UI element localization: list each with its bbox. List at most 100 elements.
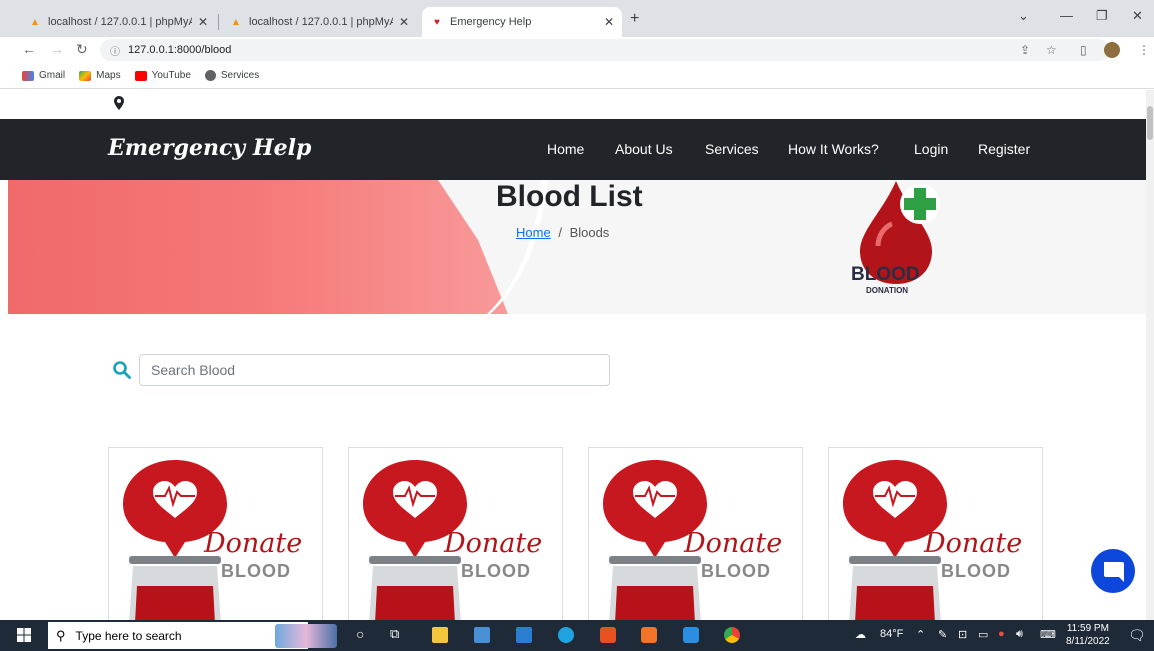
breadcrumb-home-link[interactable]: Home: [516, 225, 551, 240]
phpmyadmin-icon: ▲: [231, 16, 241, 28]
nav-register[interactable]: Register: [978, 141, 1030, 157]
bookmark-services[interactable]: Services: [204, 70, 260, 81]
blood-text: BLOOD: [461, 561, 531, 581]
close-icon[interactable]: ✕: [198, 15, 208, 29]
network-icon[interactable]: ⊡: [958, 628, 967, 641]
taskbar-search-input[interactable]: ⚲ Type here to search: [48, 622, 308, 649]
chat-bubble-icon: [1104, 562, 1124, 582]
battery-icon[interactable]: ▭: [978, 628, 988, 641]
tab-search-icon[interactable]: ⌄: [1018, 8, 1029, 24]
notifications-icon[interactable]: 🗨︎: [1128, 627, 1146, 644]
file-explorer-icon[interactable]: [432, 627, 448, 643]
nav-about-us[interactable]: About Us: [615, 141, 673, 157]
volume-icon[interactable]: 🔊︎: [1016, 628, 1023, 641]
tray-chevron-up-icon[interactable]: ⌃: [916, 628, 925, 641]
forward-icon[interactable]: →: [50, 41, 64, 57]
task-view-cortana-icon[interactable]: ○: [356, 626, 364, 642]
store-icon[interactable]: [474, 627, 490, 643]
gmail-icon: [22, 70, 34, 81]
site-favicon-icon: ♥: [434, 16, 440, 28]
url-text: 127.0.0.1:8000/blood: [128, 44, 232, 56]
tab-phpmyadmin-2[interactable]: ▲ localhost / 127.0.0.1 | phpMyAdm ✕: [221, 7, 417, 37]
blood-text: BLOOD: [701, 561, 771, 581]
site-navbar: Emergency Help Home About Us Services Ho…: [0, 119, 1146, 180]
minimize-icon[interactable]: —: [1060, 8, 1073, 23]
maps-icon: [79, 70, 92, 81]
site-brand[interactable]: Emergency Help: [108, 135, 311, 161]
page-title: Blood List: [496, 180, 643, 213]
keyboard-icon[interactable]: ⌨: [1040, 628, 1056, 641]
pen-icon[interactable]: ✎: [938, 628, 947, 641]
page-scrollbar[interactable]: [1146, 90, 1154, 620]
bookmark-star-icon[interactable]: ☆: [1046, 43, 1057, 57]
close-window-icon[interactable]: ✕: [1132, 8, 1143, 24]
news-widget-icon[interactable]: [275, 624, 337, 648]
tab-title: localhost / 127.0.0.1 | phpMyAdm: [249, 16, 393, 28]
nav-home[interactable]: Home: [547, 141, 584, 157]
chrome-icon[interactable]: [724, 627, 740, 643]
chat-widget-button[interactable]: [1091, 549, 1135, 593]
site-info-icon[interactable]: ⓘ: [110, 43, 120, 58]
blood-card[interactable]: Donate BLOOD: [348, 447, 563, 622]
profile-avatar[interactable]: [1104, 42, 1120, 58]
logo-blood-text: BLOOD: [851, 264, 920, 285]
reload-icon[interactable]: ↻: [76, 41, 88, 58]
tab-phpmyadmin-1[interactable]: ▲ localhost / 127.0.0.1 | phpMyAdm ✕: [20, 7, 216, 37]
nav-services[interactable]: Services: [705, 141, 759, 157]
weather-icon[interactable]: ☁: [855, 628, 866, 641]
logo-donation-text: DONATION: [866, 286, 909, 295]
vscode-icon[interactable]: [683, 627, 699, 643]
windows-taskbar: ⚲ Type here to search ○ ⧉ ☁ 84°F ⌃ ✎ ⊡ ▭…: [0, 620, 1154, 651]
youtube-icon: [134, 70, 147, 81]
address-bar-row: ← → ↻ ⓘ 127.0.0.1:8000/blood ⇪ ☆ ▯ ⋮: [0, 37, 1154, 63]
clock-date: 8/11/2022: [1066, 636, 1110, 647]
bookmark-label: Maps: [96, 70, 121, 81]
donate-text: Donate: [684, 528, 783, 559]
mail-icon[interactable]: [516, 627, 532, 643]
tab-title: Emergency Help: [450, 16, 532, 28]
bookmark-label: YouTube: [151, 70, 191, 81]
blood-card[interactable]: Donate BLOOD: [108, 447, 323, 622]
tab-title: localhost / 127.0.0.1 | phpMyAdm: [48, 16, 192, 28]
clock-time: 11:59 PM: [1066, 623, 1109, 634]
weather-temp[interactable]: 84°F: [880, 628, 903, 640]
browser-tab-bar: ▲ localhost / 127.0.0.1 | phpMyAdm ✕ ▲ l…: [0, 0, 1154, 37]
blood-text: BLOOD: [221, 561, 291, 581]
bookmark-gmail[interactable]: Gmail: [22, 70, 65, 81]
office-icon[interactable]: [600, 627, 616, 643]
side-panel-icon[interactable]: ▯: [1080, 43, 1087, 57]
breadcrumb-current: Bloods: [569, 225, 610, 240]
donate-text: Donate: [204, 528, 303, 559]
bookmark-maps[interactable]: Maps: [79, 70, 121, 81]
edge-icon[interactable]: [558, 627, 574, 643]
bookmark-label: Services: [220, 70, 260, 81]
task-view-icon[interactable]: ⧉: [390, 626, 399, 642]
close-icon[interactable]: ✕: [399, 15, 409, 29]
donate-text: Donate: [444, 528, 543, 559]
blood-card[interactable]: Donate BLOOD: [828, 447, 1043, 622]
windows-start-icon[interactable]: [16, 627, 32, 643]
breadcrumb-separator: /: [558, 225, 562, 240]
url-input[interactable]: ⓘ 127.0.0.1:8000/blood: [100, 39, 1110, 61]
hero-banner: Blood List Home / Bloods BLOOD DONATION: [8, 180, 1146, 314]
breadcrumb: Home / Bloods: [516, 225, 609, 240]
xampp-icon[interactable]: [641, 627, 657, 643]
search-blood-input[interactable]: [139, 354, 610, 386]
close-icon[interactable]: ✕: [604, 15, 614, 29]
blood-card[interactable]: Donate BLOOD: [588, 447, 803, 622]
restore-icon[interactable]: ❐: [1096, 8, 1108, 24]
scrollbar-thumb[interactable]: [1147, 106, 1153, 140]
nav-how-it-works[interactable]: How It Works?: [788, 141, 879, 157]
bookmark-youtube[interactable]: YouTube: [134, 70, 191, 81]
security-icon[interactable]: ●: [998, 628, 1005, 640]
back-icon[interactable]: ←: [22, 41, 36, 57]
search-icon: ⚲: [56, 627, 66, 643]
search-icon: [113, 361, 131, 379]
tab-emergency-help[interactable]: ♥ Emergency Help ✕: [422, 7, 622, 37]
new-tab-icon[interactable]: +: [630, 10, 639, 28]
share-icon[interactable]: ⇪: [1020, 43, 1030, 57]
taskbar-clock[interactable]: 11:59 PM 8/11/2022: [1066, 622, 1110, 648]
nav-login[interactable]: Login: [914, 141, 948, 157]
menu-dots-icon[interactable]: ⋮: [1138, 43, 1150, 57]
globe-icon: [204, 70, 216, 81]
